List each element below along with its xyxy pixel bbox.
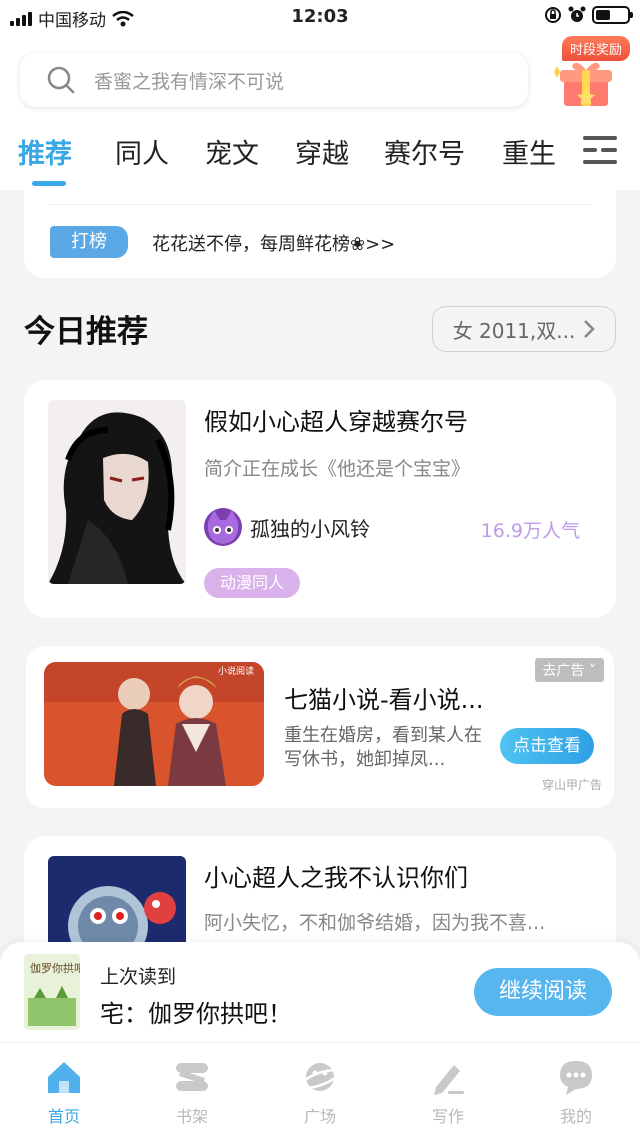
bookshelf-icon	[176, 1063, 208, 1091]
tabbar-write-label: 写作	[431, 1107, 464, 1126]
tabbar-home-label: 首页	[47, 1107, 80, 1126]
category-menu-icon[interactable]	[583, 134, 617, 166]
tab-time-travel[interactable]: 穿越	[295, 132, 349, 171]
section-title: 今日推荐	[24, 314, 148, 350]
search-icon	[47, 66, 75, 94]
home-icon	[48, 1062, 80, 1093]
ranking-text: 花花送不停，每周鲜花榜❀>>	[152, 234, 396, 255]
search-bar[interactable]: 香蜜之我有情深不可说	[20, 53, 528, 107]
ad-source: 穿山甲广告	[541, 778, 602, 792]
tab-romance[interactable]: 宠文	[205, 132, 259, 171]
chevron-right-icon	[584, 320, 596, 338]
author-name: 孤独的小风铃	[250, 516, 370, 541]
ad-image-caption: 小说阅读	[218, 665, 254, 677]
continue-reading-bar[interactable]: 伽罗你拱吧! 上次读到 宅：伽罗你拱吧！ 继续阅读	[0, 942, 640, 1042]
tabbar-bookshelf[interactable]: 书架	[152, 1057, 232, 1127]
ad-title: 七猫小说-看小说...	[284, 686, 484, 714]
author-avatar	[204, 508, 242, 546]
top-header: 香蜜之我有情深不可说 时段奖励 推荐 同人 宠文 穿越 赛尔号 重生	[0, 34, 640, 190]
tabbar-home[interactable]: 首页	[24, 1057, 104, 1127]
filter-label: 女 2011,双...	[452, 318, 576, 343]
remove-ad-button[interactable]: 去广告 ˅	[534, 658, 604, 682]
ranking-tag: 打榜	[50, 226, 128, 258]
preference-filter[interactable]: 女 2011,双...	[432, 306, 616, 352]
tab-seer[interactable]: 赛尔号	[384, 132, 465, 171]
tabbar-me[interactable]: 我的	[536, 1057, 616, 1127]
category-tabs: 推荐 同人 宠文 穿越 赛尔号 重生	[0, 132, 640, 190]
cover-title-art: 伽罗你拱吧!	[30, 961, 80, 975]
book-intro: 阿小失忆，不和伽爷结婚，因为我不喜...	[204, 912, 546, 934]
tabbar-square[interactable]: 广场	[280, 1057, 360, 1127]
active-tab-indicator	[32, 181, 66, 186]
last-read-book: 宅：伽罗你拱吧！	[100, 1000, 292, 1028]
author-row[interactable]: 孤独的小风铃	[204, 508, 370, 546]
battery-icon	[592, 6, 633, 24]
tabbar-write[interactable]: 写作	[408, 1057, 488, 1127]
tab-fanfic[interactable]: 同人	[115, 132, 169, 171]
popularity-count: 16.9万人气	[480, 520, 580, 542]
tabbar-square-label: 广场	[303, 1107, 336, 1126]
tab-recommend[interactable]: 推荐	[18, 132, 72, 171]
search-placeholder: 香蜜之我有情深不可说	[94, 70, 285, 93]
orientation-lock-icon	[545, 7, 561, 23]
ad-view-button[interactable]: 点击查看	[500, 728, 594, 764]
tabbar-bookshelf-label: 书架	[175, 1107, 208, 1126]
pen-icon	[434, 1065, 464, 1095]
divider	[48, 204, 592, 205]
book-title: 小心超人之我不认识你们	[204, 864, 468, 892]
status-bar: 中国移动 12:03	[0, 0, 640, 34]
reward-button[interactable]: 时段奖励	[548, 36, 634, 112]
chat-icon	[560, 1061, 592, 1095]
last-read-label: 上次读到	[100, 966, 177, 988]
genre-tag[interactable]: 动漫同人	[204, 568, 301, 598]
ad-card[interactable]: 小说阅读 去广告 ˅ 七猫小说-看小说... 重生在婚房，看到某人在写休书，她卸…	[26, 646, 614, 808]
last-read-cover: 伽罗你拱吧!	[24, 954, 80, 1030]
ad-description: 重生在婚房，看到某人在写休书，她卸掉凤...	[284, 725, 482, 770]
alarm-icon	[568, 6, 586, 22]
reward-badge: 时段奖励	[561, 36, 630, 61]
ranking-notice[interactable]: 打榜 花花送不停，每周鲜花榜❀>>	[24, 190, 616, 278]
book-intro: 简介正在成长《他还是个宝宝》	[204, 458, 471, 480]
book-cover	[48, 400, 186, 584]
bottom-tab-bar: 首页 书架 广场 写作 我的	[0, 1042, 640, 1138]
book-card[interactable]: 假如小心超人穿越赛尔号 简介正在成长《他还是个宝宝》 孤独的小风铃 16.9万人…	[24, 380, 616, 618]
ad-image: 小说阅读	[44, 662, 264, 786]
planet-icon	[300, 1063, 340, 1091]
book-title: 假如小心超人穿越赛尔号	[204, 408, 468, 436]
tabbar-me-label: 我的	[559, 1107, 592, 1126]
tab-rebirth[interactable]: 重生	[502, 132, 556, 171]
continue-reading-button[interactable]: 继续阅读	[474, 968, 612, 1016]
